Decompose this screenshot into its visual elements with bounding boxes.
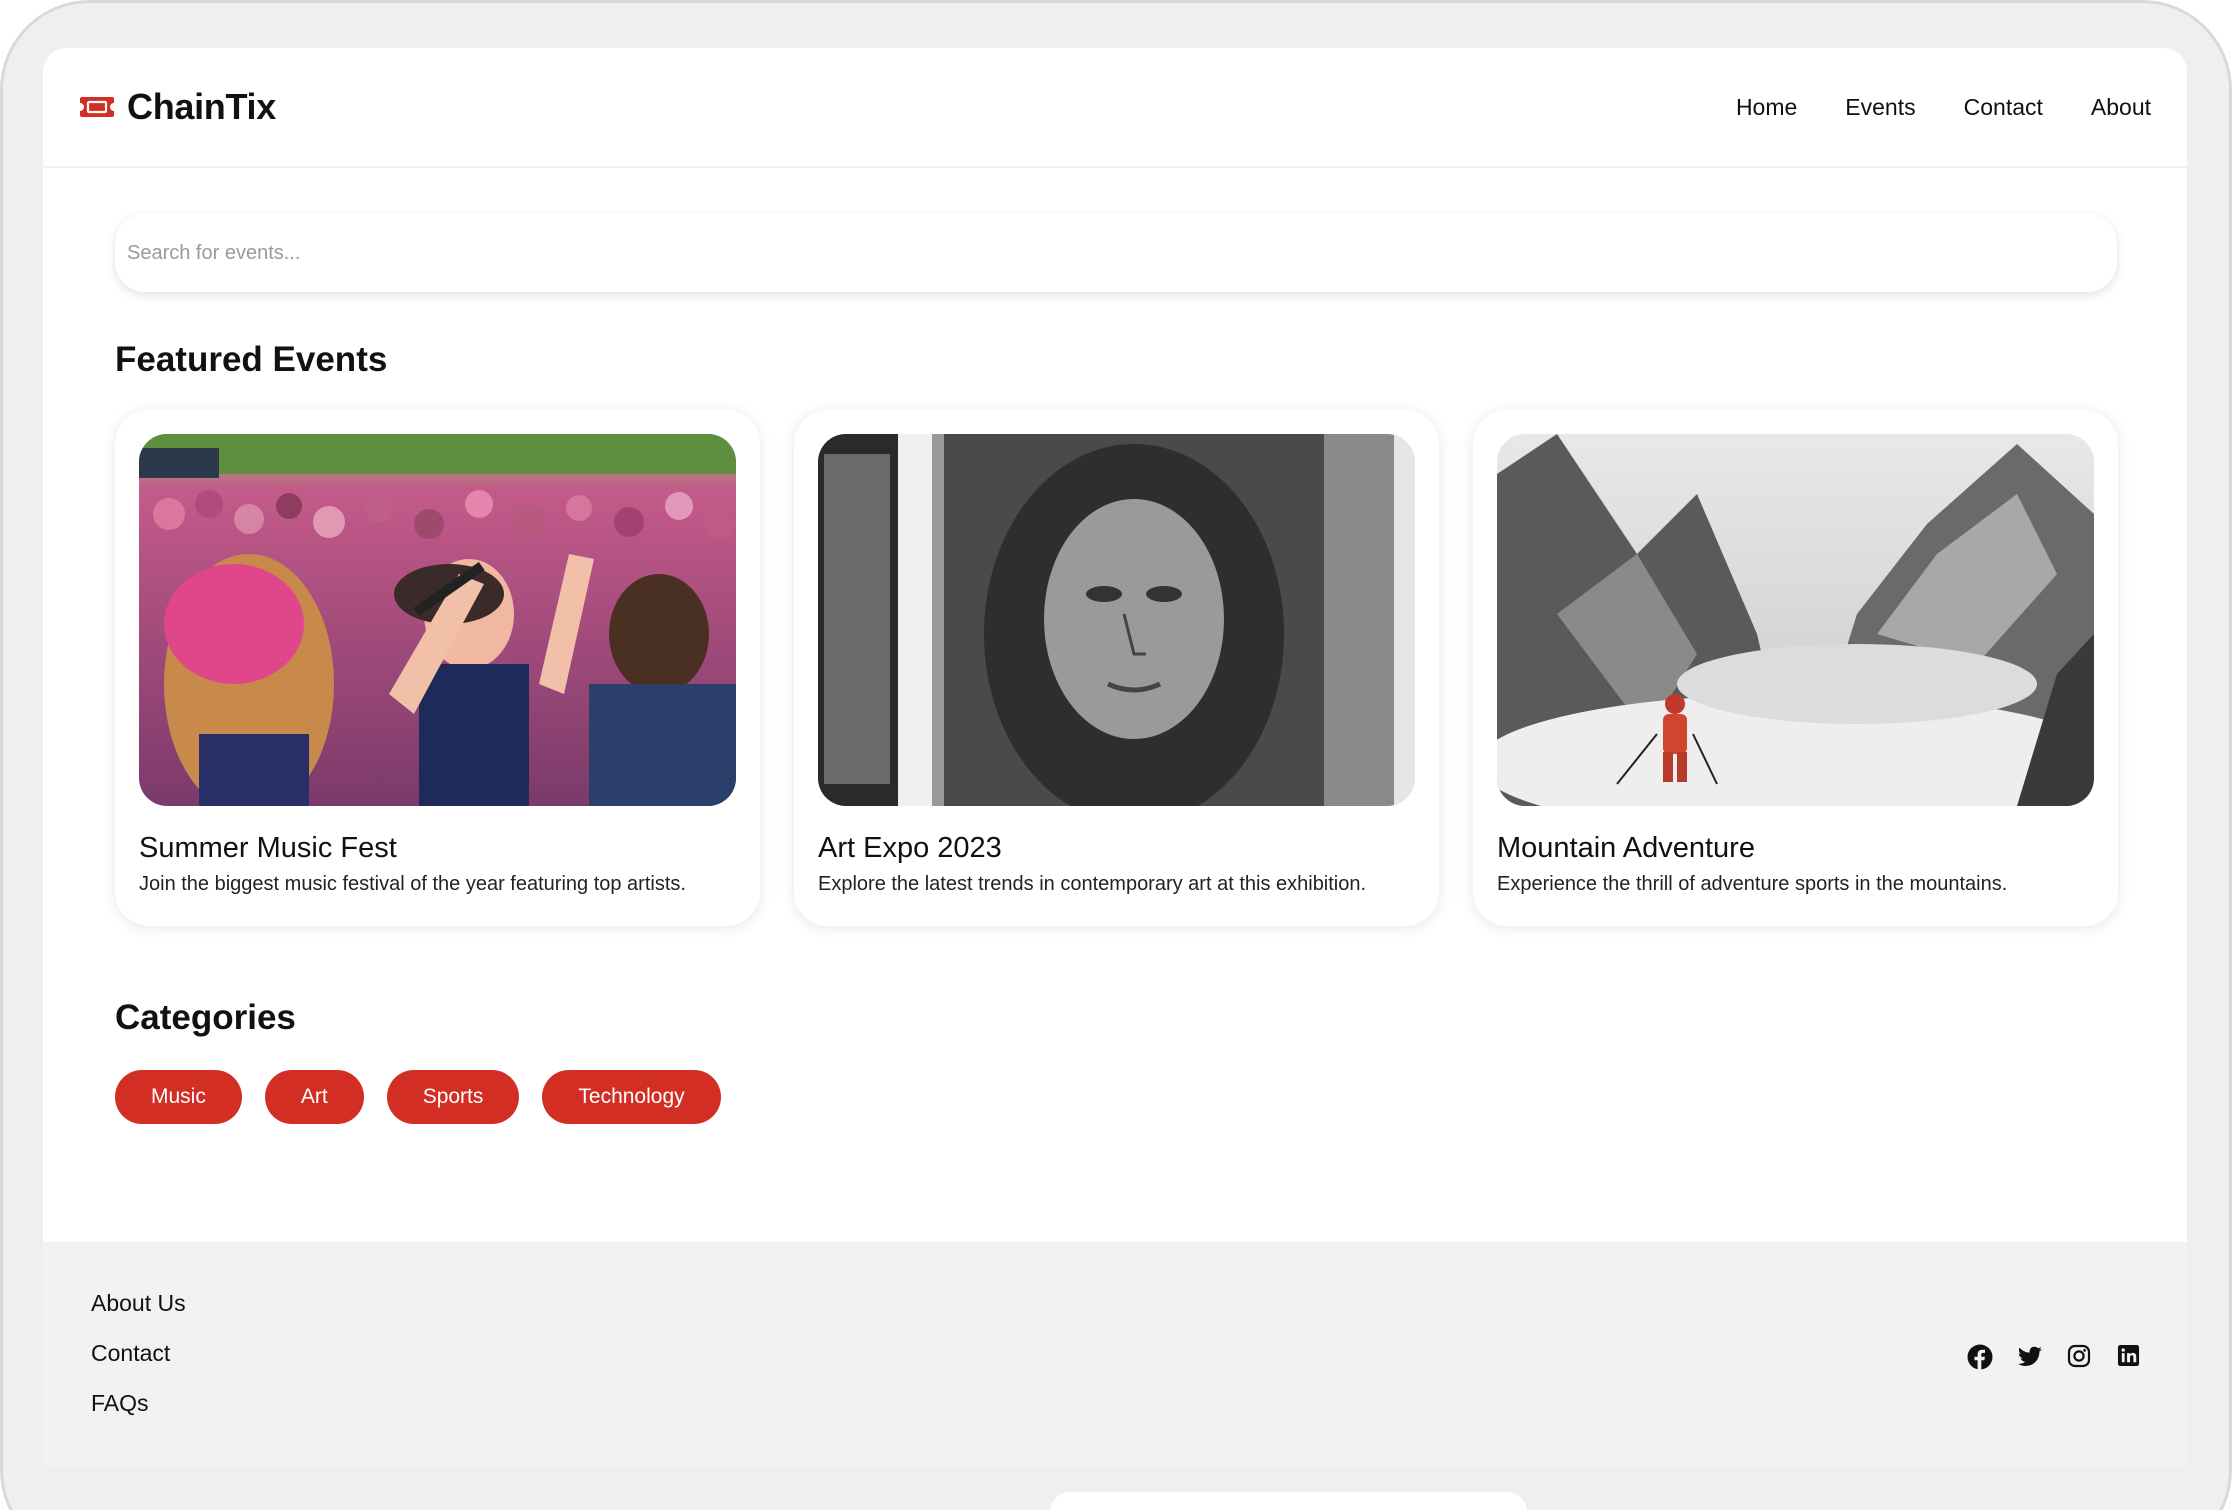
search-input[interactable] bbox=[127, 241, 2105, 265]
nav-contact[interactable]: Contact bbox=[1964, 94, 2043, 121]
instagram-icon[interactable] bbox=[2067, 1344, 2093, 1370]
event-card[interactable]: Art Expo 2023 Explore the latest trends … bbox=[794, 410, 1439, 926]
event-title: Summer Music Fest bbox=[139, 832, 397, 864]
categories-heading: Categories bbox=[115, 998, 296, 1037]
search-bar bbox=[115, 214, 2117, 292]
mountain-skier-image bbox=[1497, 434, 2094, 806]
app-screen: ChainTix Home Events Contact About Featu… bbox=[43, 48, 2187, 1468]
featured-events-list: Summer Music Fest Join the biggest music… bbox=[115, 410, 2118, 926]
social-links bbox=[1967, 1344, 2143, 1370]
category-list: Music Art Sports Technology bbox=[115, 1070, 721, 1124]
event-description: Join the biggest music festival of the y… bbox=[139, 873, 686, 895]
event-description: Explore the latest trends in contemporar… bbox=[818, 873, 1367, 895]
brand-name: ChainTix bbox=[127, 86, 276, 127]
footer-link-contact[interactable]: Contact bbox=[91, 1340, 186, 1367]
home-indicator bbox=[1050, 1492, 1527, 1510]
site-footer: About Us Contact FAQs bbox=[43, 1242, 2187, 1468]
event-description: Experience the thrill of adventure sport… bbox=[1497, 873, 2008, 895]
category-chip-music[interactable]: Music bbox=[115, 1070, 242, 1124]
main-nav: Home Events Contact About bbox=[1736, 94, 2151, 121]
event-title: Mountain Adventure bbox=[1497, 832, 1755, 864]
event-card[interactable]: Mountain Adventure Experience the thrill… bbox=[1473, 410, 2118, 926]
brand[interactable]: ChainTix bbox=[79, 86, 276, 128]
concert-crowd-image bbox=[139, 434, 736, 806]
category-chip-art[interactable]: Art bbox=[264, 1070, 364, 1124]
portrait-artwork-image bbox=[818, 434, 1415, 806]
nav-home[interactable]: Home bbox=[1736, 94, 1797, 121]
category-chip-sports[interactable]: Sports bbox=[386, 1070, 520, 1124]
site-header: ChainTix Home Events Contact About bbox=[43, 48, 2187, 168]
twitter-icon[interactable] bbox=[2017, 1344, 2043, 1370]
facebook-icon[interactable] bbox=[1967, 1344, 1993, 1370]
linkedin-icon[interactable] bbox=[2117, 1344, 2143, 1370]
footer-link-about-us[interactable]: About Us bbox=[91, 1290, 186, 1317]
nav-events[interactable]: Events bbox=[1845, 94, 1915, 121]
event-title: Art Expo 2023 bbox=[818, 832, 1002, 864]
nav-about[interactable]: About bbox=[2091, 94, 2151, 121]
featured-events-heading: Featured Events bbox=[115, 340, 388, 379]
footer-links: About Us Contact FAQs bbox=[91, 1290, 186, 1417]
event-card[interactable]: Summer Music Fest Join the biggest music… bbox=[115, 410, 760, 926]
category-chip-technology[interactable]: Technology bbox=[542, 1070, 721, 1124]
footer-link-faqs[interactable]: FAQs bbox=[91, 1390, 186, 1417]
ticket-icon bbox=[79, 95, 115, 119]
